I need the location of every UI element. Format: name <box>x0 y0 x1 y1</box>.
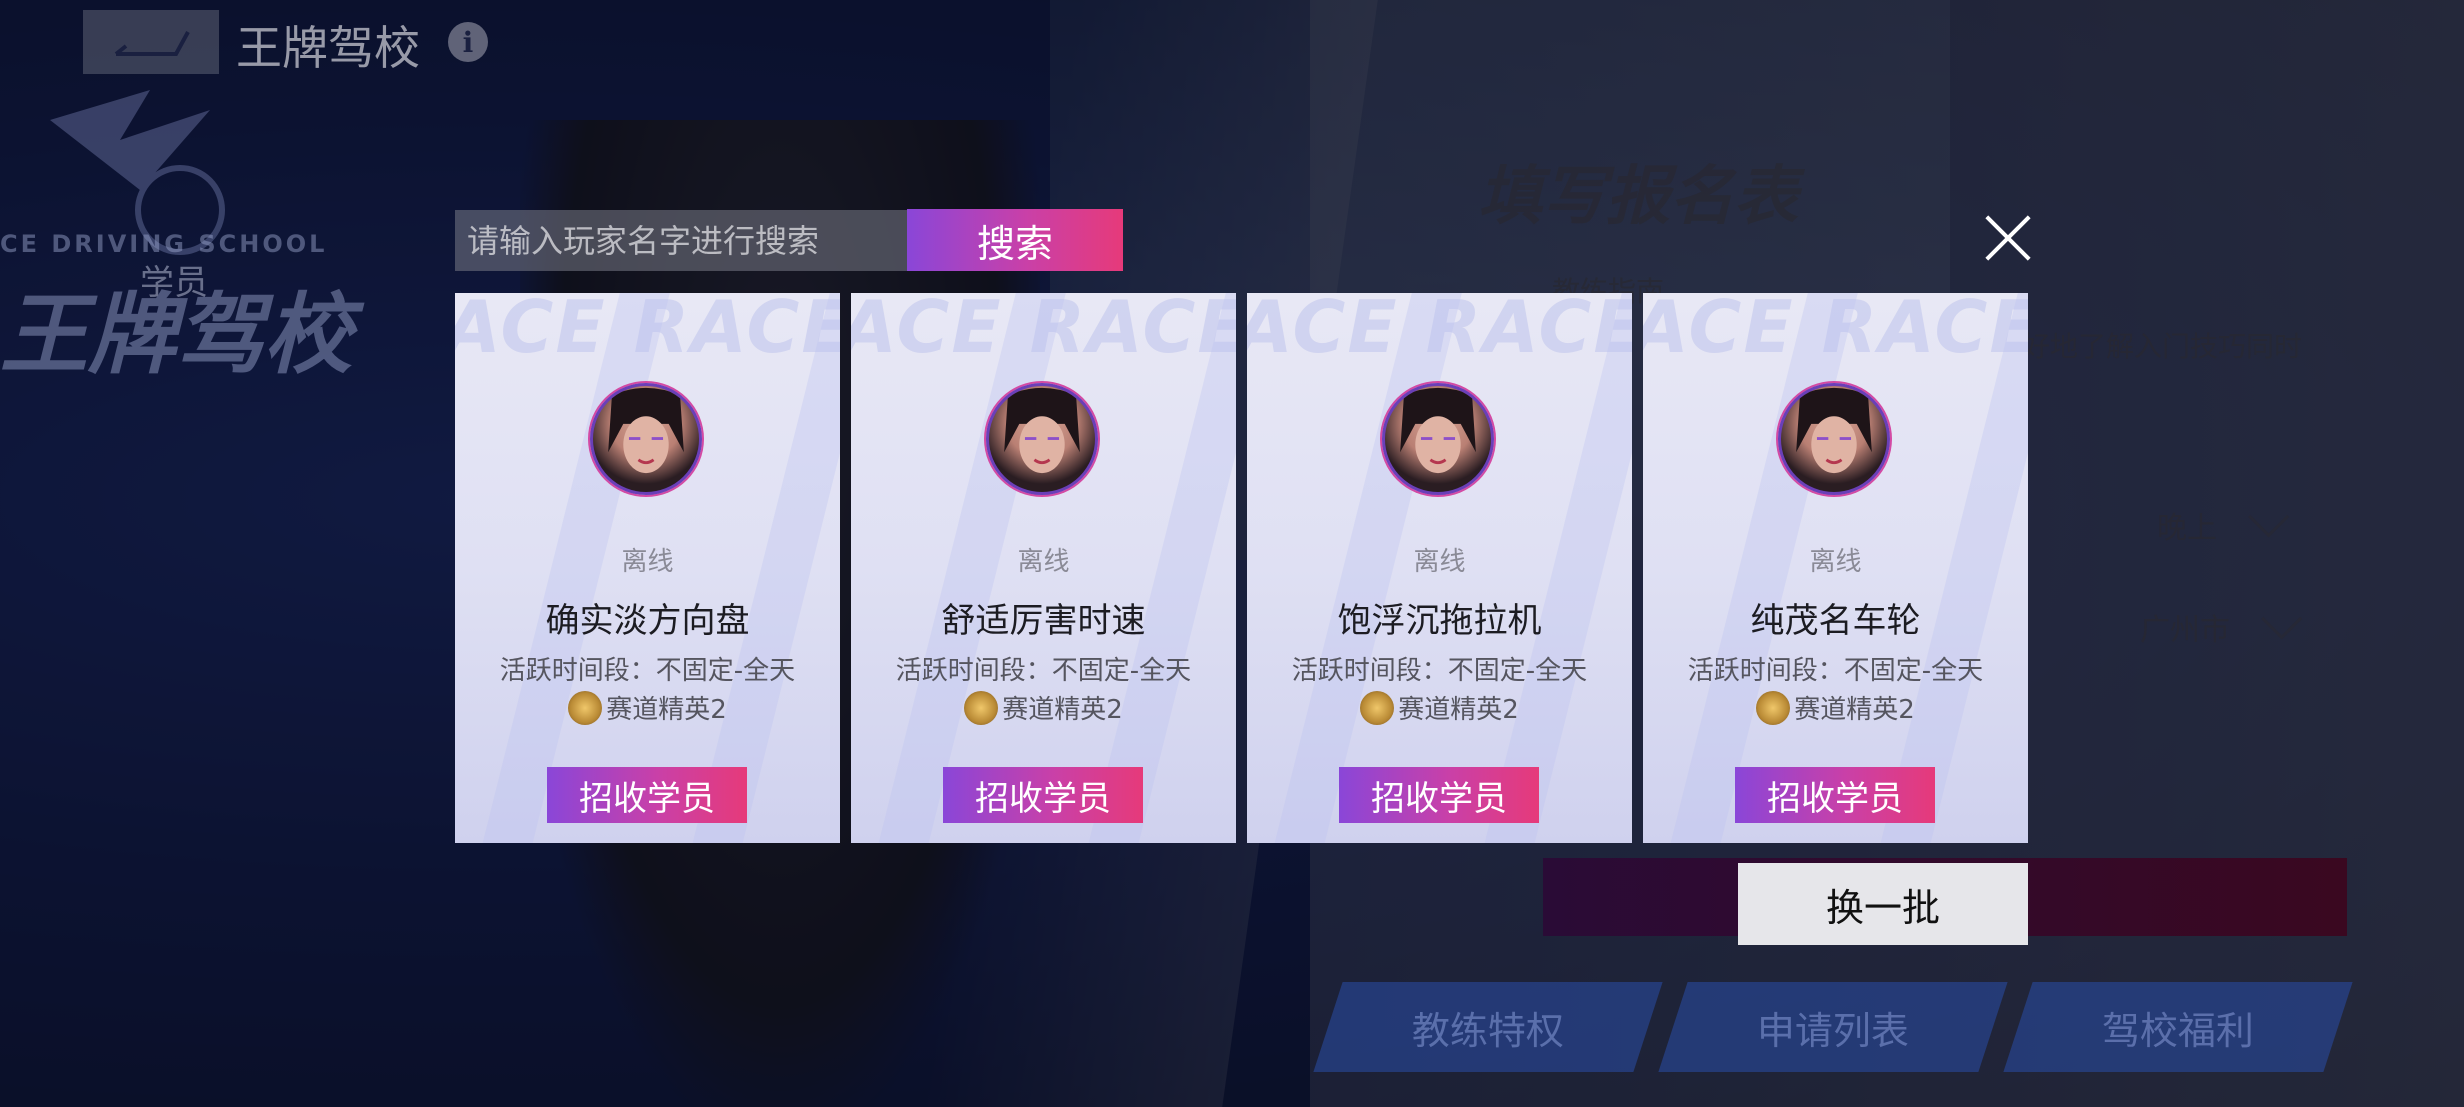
guide-description: 好地了解入门技巧同时 <box>2022 330 2303 363</box>
close-icon[interactable] <box>1984 214 2032 262</box>
active-time: 活跃时间段：不固定-全天 <box>895 656 1192 686</box>
logo-english-text: CE DRIVING SCHOOL <box>0 230 328 258</box>
time-select[interactable]: 晚上 <box>2157 495 2290 555</box>
recruit-student-button[interactable]: 招收学员 <box>1339 767 1539 823</box>
player-card: ACE RACE 离线 饱浮沉拖拉机 活跃时间段：不固定-全天 赛道精英2 招收… <box>1247 293 1632 843</box>
player-name: 确实淡方向盘 <box>545 601 750 641</box>
avatar <box>1778 383 1890 495</box>
tab-school-benefits[interactable]: 驾校福利 <box>2003 982 2353 1072</box>
city-select-value: 广州市 <box>2140 613 2230 648</box>
status-label: 离线 <box>621 547 674 577</box>
rank-row: 赛道精英2 <box>1247 689 1632 726</box>
logo-chinese-text: 王牌驾校 <box>0 283 353 386</box>
rank-label: 赛道精英2 <box>1398 695 1519 725</box>
player-name: 纯茂名车轮 <box>1750 601 1921 641</box>
tab-application-list[interactable]: 申请列表 <box>1658 982 2008 1072</box>
chevron-down-icon <box>2248 496 2290 538</box>
recruit-student-button[interactable]: 招收学员 <box>547 767 747 823</box>
player-card: ACE RACE 离线 纯茂名车轮 活跃时间段：不固定-全天 赛道精英2 招收学… <box>1643 293 2028 843</box>
rank-badge-icon <box>964 690 999 725</box>
status-label: 离线 <box>1413 547 1466 577</box>
status-label: 离线 <box>1017 547 1070 577</box>
player-search-input[interactable] <box>455 210 907 271</box>
chevron-down-icon <box>2261 598 2303 640</box>
avatar <box>986 383 1098 495</box>
player-name: 舒适厉害时速 <box>941 601 1146 641</box>
rank-label: 赛道精英2 <box>1794 695 1915 725</box>
avatar <box>1382 383 1494 495</box>
rank-badge-icon <box>1756 690 1791 725</box>
active-time: 活跃时间段：不固定-全天 <box>1687 656 1984 686</box>
search-button[interactable]: 搜索 <box>907 209 1123 271</box>
city-select[interactable]: 广州市 <box>2140 597 2303 657</box>
info-icon[interactable]: i <box>448 22 488 62</box>
back-arrow-icon <box>114 31 190 56</box>
tab-label: 教练特权 <box>1411 1008 1564 1053</box>
avatar <box>590 383 702 495</box>
tab-label: 申请列表 <box>1756 1008 1909 1053</box>
active-time: 活跃时间段：不固定-全天 <box>1291 656 1588 686</box>
rank-row: 赛道精英2 <box>1643 689 2028 726</box>
rank-badge-icon <box>568 690 603 725</box>
back-button[interactable] <box>83 10 219 74</box>
tab-label: 驾校福利 <box>2101 1008 2254 1053</box>
rank-row: 赛道精英2 <box>455 689 840 726</box>
tab-coach-privileges[interactable]: 教练特权 <box>1313 982 1663 1072</box>
active-time: 活跃时间段：不固定-全天 <box>499 656 796 686</box>
recruit-student-button[interactable]: 招收学员 <box>1735 767 1935 823</box>
time-select-value: 晚上 <box>2157 511 2217 546</box>
refresh-batch-button[interactable]: 换一批 <box>1738 863 2028 945</box>
page-title: 王牌驾校 <box>236 21 420 75</box>
player-name: 饱浮沉拖拉机 <box>1337 601 1542 641</box>
player-card: ACE RACE 离线 舒适厉害时速 活跃时间段：不固定-全天 赛道精英2 招收… <box>851 293 1236 843</box>
recruit-student-button[interactable]: 招收学员 <box>943 767 1143 823</box>
rank-badge-icon <box>1360 690 1395 725</box>
rank-label: 赛道精英2 <box>1002 695 1123 725</box>
status-label: 离线 <box>1809 547 1862 577</box>
rank-label: 赛道精英2 <box>606 695 727 725</box>
rank-row: 赛道精英2 <box>851 689 1236 726</box>
player-card: ACE RACE 离线 确实淡方向盘 活跃时间段：不固定-全天 赛道精英2 招收… <box>455 293 840 843</box>
form-title: 填写报名表 <box>1478 160 1798 234</box>
